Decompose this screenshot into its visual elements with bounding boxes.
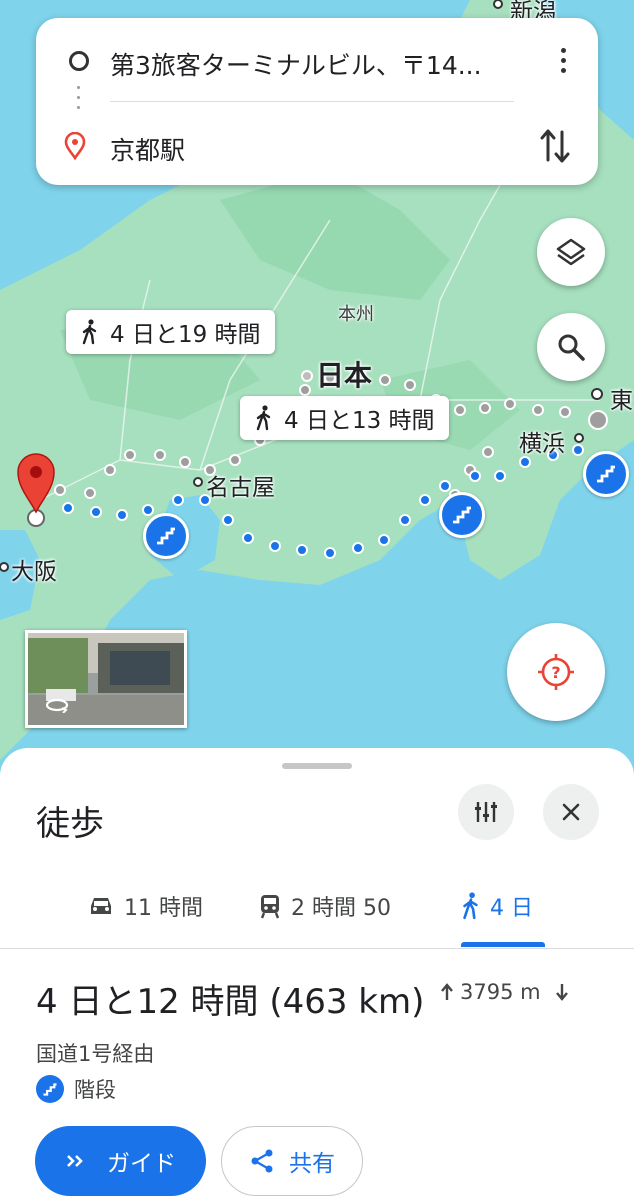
- tune-icon: [475, 802, 497, 822]
- stairs-icon: [36, 1075, 64, 1103]
- route-warning-label: 階段: [74, 1078, 116, 1102]
- swap-direction-icon[interactable]: [538, 126, 572, 170]
- tab-driving[interactable]: 11 時間: [88, 886, 203, 926]
- directions-sheet: 徒歩 11 時間 2 時間 50 4 日 4 日と12 時間 (463 km) …: [0, 748, 634, 1200]
- travel-mode-title: 徒歩: [36, 804, 104, 844]
- route-options-button[interactable]: [458, 784, 514, 840]
- svg-text:?: ?: [551, 663, 560, 682]
- tab-walking-label: 4 日: [490, 896, 533, 921]
- directions-card: 第3旅客ターミナルビル、〒14... 京都駅: [36, 18, 598, 185]
- origin-row[interactable]: 第3旅客ターミナルビル、〒14...: [36, 18, 598, 106]
- route-warning: 階段: [36, 1074, 116, 1104]
- stairs-icon: [453, 506, 471, 524]
- map-label-japan: 日本: [316, 359, 373, 392]
- tab-transit-label: 2 時間 50: [291, 896, 391, 921]
- map-label-nagoya: 名古屋: [206, 475, 275, 501]
- share-icon: [251, 1149, 273, 1173]
- search-button[interactable]: [537, 313, 605, 381]
- share-button-label: 共有: [289, 1151, 335, 1177]
- elevation-value: 3795 m: [460, 980, 541, 1004]
- tab-transit[interactable]: 2 時間 50: [259, 886, 391, 926]
- walk-icon: [463, 892, 478, 920]
- map-label-osaka: 大阪: [11, 559, 57, 585]
- elevation-info: 3795 m: [440, 980, 569, 1004]
- origin-circle-icon: [69, 51, 89, 71]
- stairs-icon: [157, 527, 175, 545]
- field-divider: [110, 101, 514, 102]
- active-tab-indicator: [461, 942, 545, 947]
- route-time-bubble-1[interactable]: 4 日と19 時間: [66, 310, 275, 354]
- location-unknown-icon: ?: [538, 654, 574, 690]
- rotate-360-icon: [45, 698, 69, 713]
- origin-field[interactable]: 第3旅客ターミナルビル、〒14...: [110, 46, 510, 82]
- route-time-label-2: 4 日と13 時間: [284, 408, 435, 434]
- search-icon: [558, 334, 585, 361]
- tab-driving-label: 11 時間: [124, 896, 203, 921]
- stairs-icon: [597, 465, 615, 483]
- layers-icon: [556, 238, 586, 266]
- train-icon: [260, 895, 280, 919]
- guide-button[interactable]: ガイド: [35, 1126, 206, 1196]
- map-label-honshu: 本州: [338, 304, 374, 325]
- my-location-button[interactable]: ?: [507, 623, 605, 721]
- route-time-label-1: 4 日と19 時間: [110, 322, 261, 348]
- layers-button[interactable]: [537, 218, 605, 286]
- route-time-bubble-2[interactable]: 4 日と13 時間: [240, 396, 449, 440]
- close-button[interactable]: [543, 784, 599, 840]
- route-connector-dots: [77, 86, 81, 128]
- close-icon: [562, 803, 580, 821]
- stairs-marker-3[interactable]: [583, 451, 629, 497]
- destination-pin-icon: [64, 131, 86, 164]
- route-duration-distance: 4 日と12 時間 (463 km): [36, 982, 425, 1022]
- walk-icon: [256, 405, 271, 431]
- map-label-yokohama: 横浜: [519, 431, 565, 457]
- street-view-thumbnail[interactable]: [25, 630, 187, 728]
- walk-icon: [82, 319, 97, 345]
- guide-button-label: ガイド: [107, 1151, 176, 1177]
- drag-handle[interactable]: [282, 763, 352, 769]
- double-chevron-right-icon: [67, 1155, 83, 1167]
- stairs-marker-1[interactable]: [143, 513, 189, 559]
- tab-walking[interactable]: 4 日: [462, 886, 533, 926]
- car-icon: [91, 898, 111, 914]
- map-label-tokyo: 東: [610, 388, 633, 414]
- arrow-up-icon: [441, 983, 453, 1000]
- share-button[interactable]: 共有: [221, 1126, 363, 1196]
- more-options-icon[interactable]: [560, 48, 568, 76]
- destination-field[interactable]: 京都駅: [110, 131, 510, 167]
- route-via: 国道1号経由: [36, 1042, 155, 1066]
- stairs-marker-2[interactable]: [439, 492, 485, 538]
- arrow-down-icon: [555, 984, 568, 1001]
- travel-mode-tabs: 11 時間 2 時間 50 4 日: [0, 866, 634, 949]
